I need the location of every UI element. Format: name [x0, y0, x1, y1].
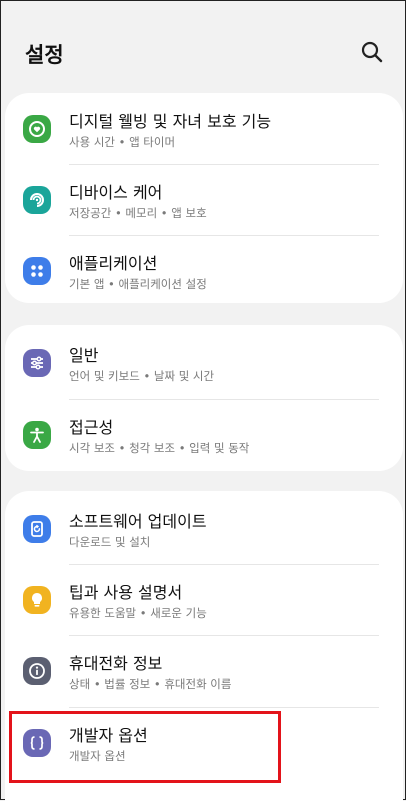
menu-item-subtitle: 사용 시간 • 앱 타이머 — [69, 135, 176, 149]
menu-item-title: 소프트웨어 업데이트 — [69, 512, 207, 531]
menu-item-title: 디바이스 케어 — [69, 183, 163, 202]
settings-group-2: 일반 언어 및 키보드 • 날짜 및 시간 접근성 시각 보조 • 청각 보조 … — [5, 325, 403, 471]
menu-item-tips[interactable]: 팁과 사용 설명서 유용한 도움말 • 새로운 기능 — [5, 564, 403, 636]
menu-item-title: 디지털 웰빙 및 자녀 보호 기능 — [69, 112, 272, 131]
device-care-icon — [23, 186, 51, 214]
menu-item-title: 접근성 — [69, 418, 114, 437]
menu-item-title: 일반 — [69, 346, 99, 365]
menu-item-subtitle: 상태 • 법률 정보 • 휴대전화 이름 — [69, 677, 232, 691]
menu-item-applications[interactable]: 애플리케이션 기본 앱 • 애플리케이션 설정 — [5, 235, 403, 307]
menu-item-subtitle: 언어 및 키보드 • 날짜 및 시간 — [69, 369, 215, 383]
menu-item-subtitle: 저장공간 • 메모리 • 앱 보호 — [69, 206, 207, 220]
menu-item-title: 개발자 옵션 — [69, 726, 148, 745]
menu-item-title: 휴대전화 정보 — [69, 654, 163, 673]
menu-item-accessibility[interactable]: 접근성 시각 보조 • 청각 보조 • 입력 및 동작 — [5, 399, 403, 471]
software-update-icon — [23, 515, 51, 543]
menu-item-software-update[interactable]: 소프트웨어 업데이트 다운로드 및 설치 — [5, 493, 403, 565]
info-icon — [23, 657, 51, 685]
menu-item-subtitle: 다운로드 및 설치 — [69, 535, 151, 549]
menu-item-about-phone[interactable]: 휴대전화 정보 상태 • 법률 정보 • 휴대전화 이름 — [5, 635, 403, 707]
apps-icon — [23, 257, 51, 285]
menu-item-general[interactable]: 일반 언어 및 키보드 • 날짜 및 시간 — [5, 327, 403, 399]
menu-item-subtitle: 시각 보조 • 청각 보조 • 입력 및 동작 — [69, 441, 250, 455]
search-icon[interactable] — [359, 39, 385, 65]
accessibility-icon — [23, 421, 51, 449]
sliders-icon — [23, 349, 51, 377]
settings-group-1: 디지털 웰빙 및 자녀 보호 기능 사용 시간 • 앱 타이머 디바이스 케어 … — [5, 93, 403, 303]
page-title: 설정 — [25, 43, 64, 67]
menu-item-subtitle: 유용한 도움말 • 새로운 기능 — [69, 606, 207, 620]
menu-item-subtitle: 기본 앱 • 애플리케이션 설정 — [69, 277, 207, 291]
menu-item-developer-options[interactable]: 개발자 옵션 개발자 옵션 — [5, 707, 403, 779]
settings-group-3: 소프트웨어 업데이트 다운로드 및 설치 팁과 사용 설명서 유용한 도움말 •… — [5, 491, 403, 801]
menu-item-title: 애플리케이션 — [69, 254, 158, 273]
header: 설정 — [1, 1, 405, 93]
developer-options-icon — [23, 729, 51, 757]
digital-wellbeing-icon — [23, 115, 51, 143]
menu-item-title: 팁과 사용 설명서 — [69, 583, 183, 602]
menu-item-device-care[interactable]: 디바이스 케어 저장공간 • 메모리 • 앱 보호 — [5, 164, 403, 236]
lightbulb-icon — [23, 586, 51, 614]
search-button[interactable] — [359, 39, 385, 65]
menu-item-digital-wellbeing[interactable]: 디지털 웰빙 및 자녀 보호 기능 사용 시간 • 앱 타이머 — [5, 93, 403, 165]
menu-item-subtitle: 개발자 옵션 — [69, 749, 126, 763]
